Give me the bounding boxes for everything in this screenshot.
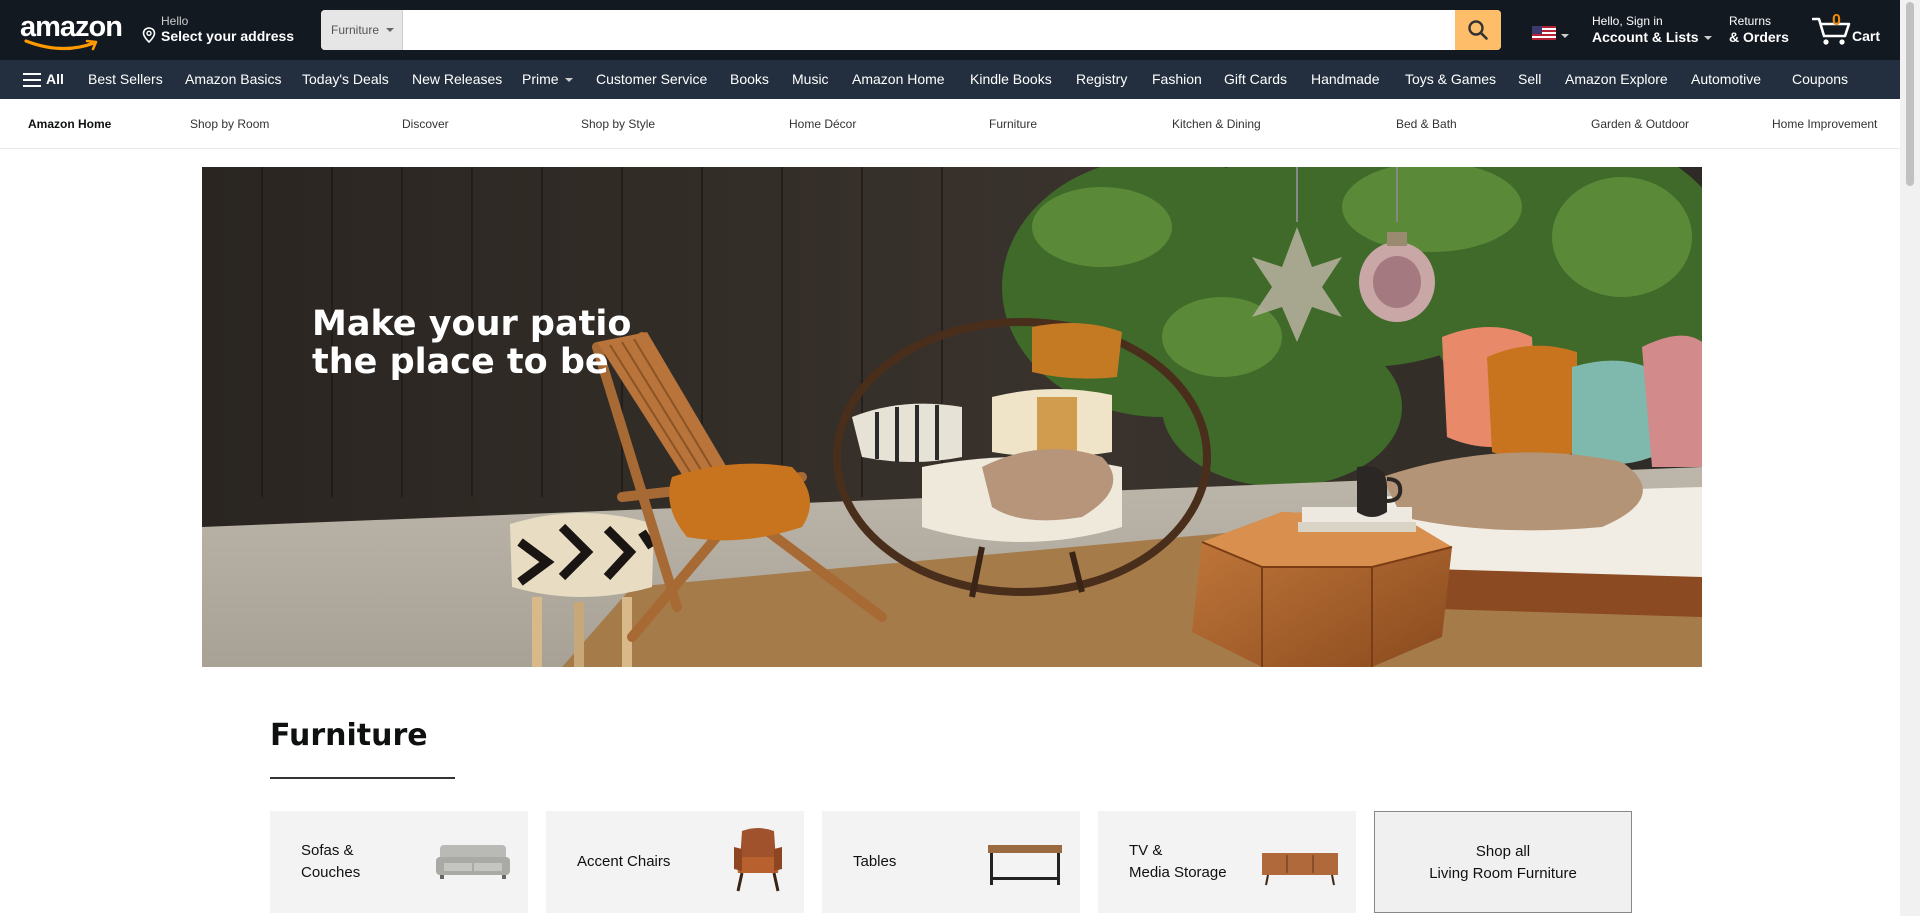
card-label-line1: TV & <box>1129 842 1163 859</box>
nav-item-fashion[interactable]: Fashion <box>1152 60 1202 99</box>
category-card-label: Shop all Living Room Furniture <box>1375 812 1631 914</box>
cart-button[interactable]: 0 Cart <box>1810 12 1882 48</box>
nav-item-best-sellers[interactable]: Best Sellers <box>88 60 163 99</box>
nav-item-prime-label: Prime <box>522 71 559 87</box>
subnav-furniture[interactable]: Furniture <box>989 117 1037 131</box>
category-card-tables[interactable]: Tables <box>822 811 1080 913</box>
search-bar: Furniture <box>321 10 1501 50</box>
location-pin-icon <box>142 27 156 43</box>
subnav-discover[interactable]: Discover <box>402 117 449 131</box>
search-input[interactable] <box>403 10 1455 50</box>
nav-item-music[interactable]: Music <box>792 60 829 99</box>
nav-item-automotive[interactable]: Automotive <box>1691 60 1761 99</box>
returns-and-orders[interactable]: Returns & Orders <box>1729 14 1789 45</box>
search-category-dropdown[interactable]: Furniture <box>321 10 403 50</box>
section-divider <box>270 777 455 779</box>
nav-item-prime[interactable]: Prime <box>522 60 573 99</box>
hero-headline-line2: the place to be <box>312 342 609 382</box>
subnav-bed-bath[interactable]: Bed & Bath <box>1396 117 1457 131</box>
scrollbar-thumb[interactable] <box>1906 2 1914 186</box>
table-icon <box>988 845 1062 885</box>
chevron-down-icon <box>1703 36 1712 41</box>
patio-scene-image <box>202 167 1702 667</box>
page-scrollbar[interactable] <box>1900 0 1920 916</box>
logo-wordmark: amazon <box>20 11 123 43</box>
search-icon <box>1468 20 1488 40</box>
top-nav: amazon Hello Select your address Furnitu… <box>0 0 1900 60</box>
search-category-label: Furniture <box>331 23 380 37</box>
cart-label: Cart <box>1852 28 1881 44</box>
nav-item-sell[interactable]: Sell <box>1518 60 1541 99</box>
account-and-lists[interactable]: Hello, Sign in Account & Lists <box>1592 14 1712 45</box>
logo-smile-icon <box>24 39 98 51</box>
hero-banner[interactable]: Make your patio the place to be <box>202 167 1702 667</box>
category-card-accent-chairs[interactable]: Accent Chairs <box>546 811 804 913</box>
nav-item-books[interactable]: Books <box>730 60 769 99</box>
card-label-line2: Media Storage <box>1129 864 1227 881</box>
nav-item-amazon-explore[interactable]: Amazon Explore <box>1565 60 1668 99</box>
subnav-home-decor[interactable]: Home Décor <box>789 117 856 131</box>
nav-item-registry[interactable]: Registry <box>1076 60 1127 99</box>
category-card-label: TV & Media Storage <box>1129 811 1227 913</box>
category-card-label: Accent Chairs <box>577 811 670 913</box>
us-flag-icon[interactable] <box>1532 26 1556 40</box>
amazon-logo[interactable]: amazon <box>20 11 123 51</box>
chevron-down-icon <box>386 28 394 32</box>
nav-item-coupons[interactable]: Coupons <box>1792 60 1848 99</box>
search-button[interactable] <box>1455 10 1501 50</box>
sign-in-greeting: Hello, Sign in <box>1592 14 1663 28</box>
nav-item-gift-cards[interactable]: Gift Cards <box>1224 60 1287 99</box>
hamburger-menu-icon <box>23 73 41 87</box>
orders-label: & Orders <box>1729 29 1789 45</box>
nav-item-new-releases[interactable]: New Releases <box>412 60 502 99</box>
subnav-kitchen-dining[interactable]: Kitchen & Dining <box>1172 117 1261 131</box>
card-label-line1: Tables <box>853 853 897 870</box>
nav-item-toys-games[interactable]: Toys & Games <box>1405 60 1496 99</box>
chevron-down-icon <box>564 78 573 83</box>
category-card-label: Tables <box>853 811 896 913</box>
media-console-icon <box>1262 853 1338 886</box>
subnav-home-improvement[interactable]: Home Improvement <box>1772 117 1877 131</box>
category-card-tv-media-storage[interactable]: TV & Media Storage <box>1098 811 1356 913</box>
card-label-line2: Couches <box>301 864 361 881</box>
hero-headline-line1: Make your patio <box>312 304 632 344</box>
all-menu-button[interactable]: All <box>23 60 64 99</box>
card-label-line1: Sofas & <box>301 842 354 859</box>
subnav-shop-by-style[interactable]: Shop by Style <box>581 117 655 131</box>
returns-label: Returns <box>1729 14 1772 28</box>
nav-item-todays-deals[interactable]: Today's Deals <box>302 60 389 99</box>
hero-headline: Make your patio the place to be <box>312 305 631 381</box>
nav-item-customer-service[interactable]: Customer Service <box>596 60 707 99</box>
subnav-amazon-home[interactable]: Amazon Home <box>28 117 111 131</box>
amazon-home-subnav: Amazon Home Shop by Room Discover Shop b… <box>0 99 1900 149</box>
card-label-line1: Accent Chairs <box>577 853 671 870</box>
accent-chair-icon <box>734 828 782 892</box>
card-label-line2: Living Room Furniture <box>1429 865 1577 882</box>
cart-count: 0 <box>1832 12 1841 29</box>
sofa-icon <box>436 845 510 879</box>
nav-item-amazon-basics[interactable]: Amazon Basics <box>185 60 281 99</box>
category-card-label: Sofas & Couches <box>301 811 360 913</box>
card-label-line1: Shop all <box>1475 843 1531 860</box>
deliver-greeting: Hello <box>161 14 189 28</box>
deliver-address-label: Select your address <box>161 28 295 44</box>
subnav-shop-by-room[interactable]: Shop by Room <box>190 117 269 131</box>
nav-item-kindle-books[interactable]: Kindle Books <box>970 60 1052 99</box>
nav-item-amazon-home[interactable]: Amazon Home <box>852 60 945 99</box>
nav-item-handmade[interactable]: Handmade <box>1311 60 1380 99</box>
main-nav: All Best Sellers Amazon Basics Today's D… <box>0 60 1900 99</box>
shop-all-living-room-button[interactable]: Shop all Living Room Furniture <box>1374 811 1632 913</box>
subnav-garden-outdoor[interactable]: Garden & Outdoor <box>1591 117 1689 131</box>
account-lists-label: Account & Lists <box>1592 29 1699 45</box>
section-title: Furniture <box>270 718 428 753</box>
category-card-sofas[interactable]: Sofas & Couches <box>270 811 528 913</box>
language-chevron-icon[interactable] <box>1561 34 1569 38</box>
